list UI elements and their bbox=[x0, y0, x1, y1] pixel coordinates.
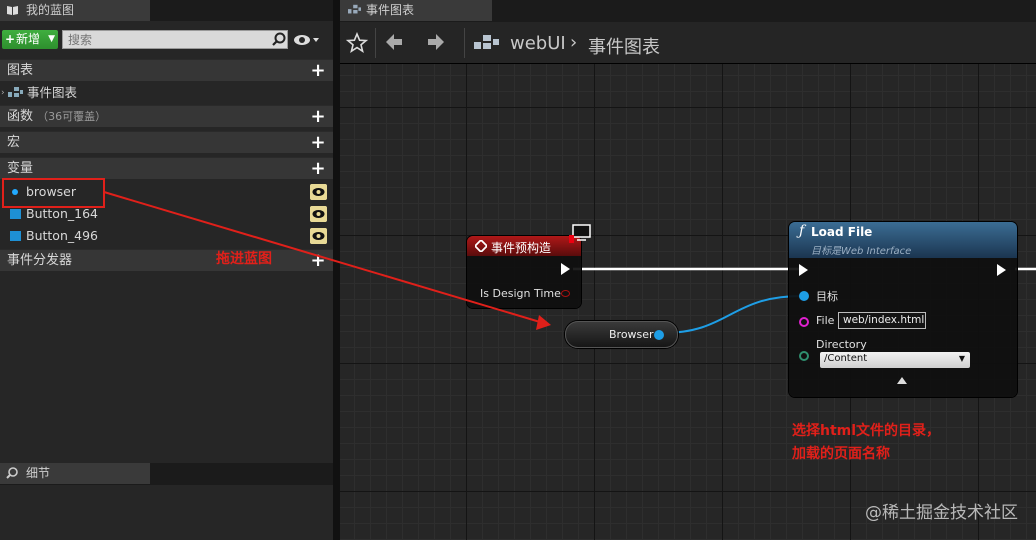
object-out-pin[interactable] bbox=[654, 330, 664, 340]
graph-toolbar: webUI › 事件图表 bbox=[340, 22, 1036, 64]
target-in-pin[interactable] bbox=[799, 291, 809, 301]
event-graph-icon bbox=[8, 87, 23, 97]
exec-out-pin[interactable] bbox=[561, 263, 570, 275]
breadcrumb-separator: › bbox=[570, 32, 578, 53]
add-dispatcher-button[interactable]: + bbox=[310, 252, 326, 270]
category-functions[interactable]: 函数 （36可覆盖） + bbox=[0, 105, 333, 127]
graph-canvas[interactable]: 事件预构造 Is Design Time Browser ƒ Load File… bbox=[340, 64, 1036, 540]
node-title: Load File bbox=[811, 225, 873, 239]
panel-splitter[interactable] bbox=[333, 0, 340, 540]
annotation-select-dir-line1: 选择html文件的目录， bbox=[792, 423, 941, 439]
event-graph-icon bbox=[348, 4, 361, 14]
graph-item-event-graph[interactable]: › 事件图表 bbox=[0, 82, 333, 104]
pin-label-directory: Directory bbox=[816, 338, 867, 351]
tab-details[interactable]: 细节 bbox=[0, 463, 150, 484]
details-tabbar: 细节 bbox=[0, 463, 333, 485]
pin-label-target: 目标 bbox=[816, 290, 838, 303]
tab-event-graph-label: 事件图表 bbox=[366, 3, 415, 17]
variable-row-button-496[interactable]: Button_496 bbox=[0, 225, 333, 247]
collapse-arrow-icon[interactable] bbox=[896, 376, 908, 385]
category-macros-label: 宏 bbox=[7, 135, 21, 150]
category-graphs[interactable]: 图表 + bbox=[0, 59, 333, 81]
tab-details-label: 细节 bbox=[26, 466, 51, 480]
graph-item-label: 事件图表 bbox=[27, 85, 78, 100]
breadcrumb-graph[interactable]: 事件图表 bbox=[588, 33, 660, 59]
directory-value: /Content bbox=[824, 353, 868, 364]
category-variables[interactable]: 变量 + bbox=[0, 157, 333, 179]
event-graph-icon bbox=[474, 35, 499, 49]
annotation-select-dir-line2: 加载的页面名称 bbox=[792, 446, 890, 462]
variable-type-icon bbox=[10, 231, 21, 241]
file-in-pin[interactable] bbox=[799, 317, 809, 327]
toolbar-separator bbox=[375, 28, 376, 58]
category-variables-label: 变量 bbox=[7, 161, 34, 176]
directory-dropdown[interactable]: /Content ▼ bbox=[820, 352, 970, 368]
watermark: @稀土掘金技术社区 bbox=[865, 503, 1018, 523]
event-graph-panel: 事件图表 webUI › 事件图表 事件预构造 Is Design Time B… bbox=[340, 0, 1036, 540]
annotation-drag-into-blueprint: 拖进蓝图 bbox=[216, 251, 272, 267]
my-blueprint-panel: 我的蓝图 + 新增 ▼ 图表 + › 事件图表 函数 （36可覆盖） + 宏 +… bbox=[0, 0, 333, 540]
my-blueprint-tabbar: 我的蓝图 bbox=[0, 0, 333, 21]
visibility-eye-icon[interactable] bbox=[310, 206, 327, 222]
add-new-button[interactable]: + 新增 ▼ bbox=[2, 30, 58, 49]
forward-arrow-icon[interactable] bbox=[426, 32, 446, 52]
object-wire-browser-to-target bbox=[661, 295, 803, 334]
add-new-label: 新增 bbox=[16, 32, 41, 46]
exec-in-pin[interactable] bbox=[799, 264, 808, 276]
directory-in-pin[interactable] bbox=[799, 351, 809, 361]
variable-row-button-164[interactable]: Button_164 bbox=[0, 203, 333, 225]
tab-event-graph[interactable]: 事件图表 bbox=[340, 0, 492, 21]
my-blueprint-toolbar: + 新增 ▼ bbox=[0, 27, 333, 53]
functions-override-count: （36可覆盖） bbox=[37, 110, 107, 123]
visibility-eye-icon[interactable] bbox=[310, 228, 327, 244]
category-functions-label: 函数 bbox=[7, 109, 34, 124]
favorite-star-icon[interactable] bbox=[346, 32, 368, 54]
category-graphs-label: 图表 bbox=[7, 63, 34, 78]
add-function-button[interactable]: + bbox=[310, 108, 326, 126]
server-client-icon bbox=[569, 224, 591, 243]
node-title: 事件预构造 bbox=[491, 241, 552, 255]
details-panel bbox=[0, 485, 333, 540]
add-macro-button[interactable]: + bbox=[310, 134, 326, 152]
variable-name: Button_164 bbox=[26, 206, 98, 221]
plus-icon: + bbox=[5, 32, 16, 46]
node-browser-label: Browser bbox=[609, 328, 654, 341]
node-load-file[interactable]: ƒ Load File 目标是Web Interface 目标 File web… bbox=[789, 222, 1017, 397]
back-arrow-icon[interactable] bbox=[384, 32, 404, 52]
add-graph-button[interactable]: + bbox=[310, 62, 326, 80]
variable-type-icon bbox=[10, 209, 21, 219]
search-input[interactable] bbox=[62, 30, 288, 49]
magnifier-icon bbox=[6, 467, 18, 479]
variable-type-icon bbox=[12, 189, 18, 195]
view-options-eye-icon[interactable] bbox=[293, 33, 321, 47]
pin-label-is-design-time: Is Design Time bbox=[480, 287, 561, 300]
visibility-eye-icon[interactable] bbox=[310, 184, 327, 200]
search-icon[interactable] bbox=[272, 32, 286, 46]
chevron-down-icon: ▼ bbox=[48, 34, 55, 44]
node-subtitle: 目标是Web Interface bbox=[811, 246, 912, 257]
pin-label-file: File bbox=[816, 314, 835, 327]
node-event-pre-construct[interactable]: 事件预构造 Is Design Time bbox=[467, 236, 581, 308]
category-dispatchers-label: 事件分发器 bbox=[7, 253, 73, 268]
add-variable-button[interactable]: + bbox=[310, 160, 326, 178]
graph-tabbar: 事件图表 bbox=[340, 0, 1036, 22]
toolbar-separator bbox=[464, 28, 465, 58]
bool-out-pin[interactable] bbox=[561, 290, 570, 297]
chevron-down-icon: ▼ bbox=[958, 354, 965, 363]
file-path-input[interactable]: web/index.html bbox=[838, 312, 926, 329]
variable-row-browser[interactable]: browser bbox=[0, 181, 333, 203]
tab-my-blueprint-label: 我的蓝图 bbox=[26, 3, 75, 17]
book-icon bbox=[7, 6, 18, 15]
variable-name: Button_496 bbox=[26, 228, 98, 243]
function-icon: ƒ bbox=[799, 223, 805, 239]
category-macros[interactable]: 宏 + bbox=[0, 131, 333, 153]
category-event-dispatchers[interactable]: 事件分发器 + bbox=[0, 249, 333, 271]
node-browser-getter[interactable]: Browser bbox=[565, 321, 678, 348]
breadcrumb-blueprint[interactable]: webUI bbox=[510, 33, 566, 54]
variable-name: browser bbox=[26, 184, 77, 199]
exec-out-pin[interactable] bbox=[997, 264, 1006, 276]
tab-my-blueprint[interactable]: 我的蓝图 bbox=[0, 0, 150, 21]
event-diamond-icon bbox=[475, 240, 487, 252]
expand-arrow-icon[interactable]: › bbox=[1, 82, 5, 104]
